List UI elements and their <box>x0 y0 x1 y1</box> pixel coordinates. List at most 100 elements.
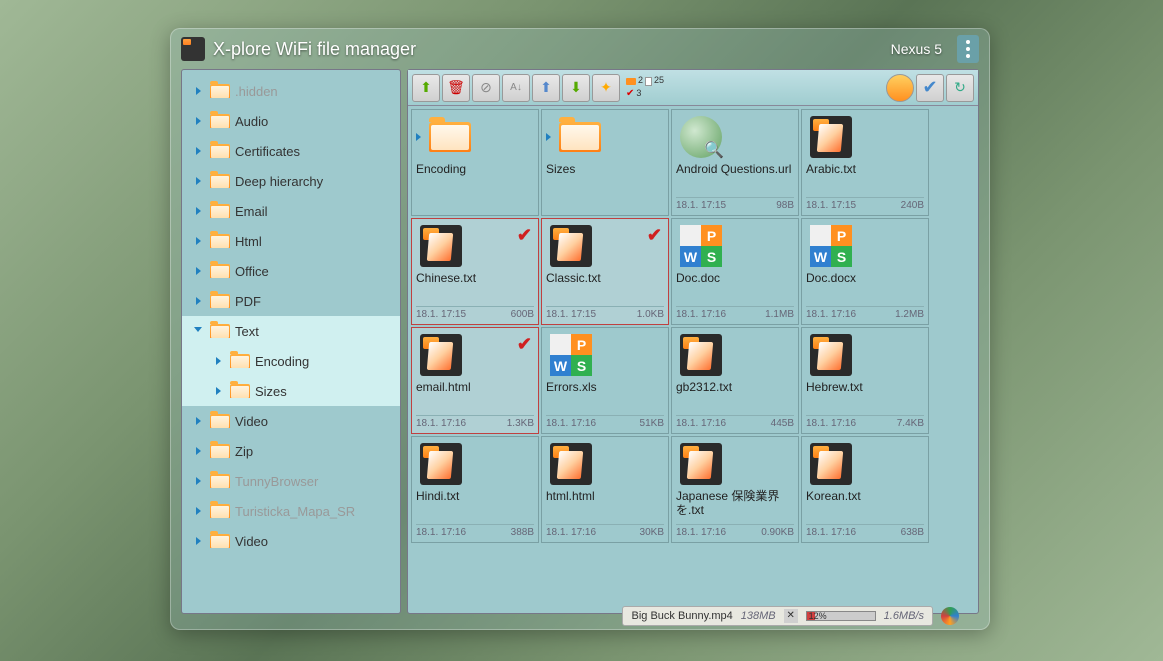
file-meta: 18.1. 17:160.90KB <box>676 524 794 538</box>
file-meta: 18.1. 17:1598B <box>676 197 794 211</box>
tree-label: Encoding <box>255 354 309 369</box>
file-name: Android Questions.url <box>676 162 794 176</box>
file-grid[interactable]: Encoding Sizes Android Questions.url 18.1. … <box>408 106 978 613</box>
tree-item[interactable]: Zip <box>182 436 400 466</box>
file-cell[interactable]: html.html18.1. 17:1630KB <box>541 436 669 543</box>
tree-label: Certificates <box>235 144 300 159</box>
document-icon <box>550 443 592 485</box>
tree-item[interactable]: Deep hierarchy <box>182 166 400 196</box>
file-cell[interactable]: Sizes <box>541 109 669 216</box>
tree-item[interactable]: Turisticka_Mapa_SR <box>182 496 400 526</box>
file-cell[interactable]: PWSErrors.xls18.1. 17:1651KB <box>541 327 669 434</box>
tree-label: .hidden <box>235 84 278 99</box>
transfer-filename: Big Buck Bunny.mp4 <box>631 610 732 622</box>
file-meta: 18.1. 17:1630KB <box>546 524 664 538</box>
document-icon <box>420 225 462 267</box>
document-icon <box>810 116 852 158</box>
tree-item[interactable]: Email <box>182 196 400 226</box>
file-cell[interactable]: ✔email.html18.1. 17:161.3KB <box>411 327 539 434</box>
file-cell[interactable]: Encoding <box>411 109 539 216</box>
file-name: gb2312.txt <box>676 380 794 394</box>
file-cell[interactable]: Arabic.txt 18.1. 17:15240B <box>801 109 929 216</box>
file-name: Encoding <box>416 162 534 176</box>
tree-item[interactable]: Encoding <box>182 346 400 376</box>
tree-item[interactable]: Office <box>182 256 400 286</box>
tree-label: Text <box>235 324 259 339</box>
up-button[interactable]: ⬆ <box>412 74 440 102</box>
tree-label: Office <box>235 264 269 279</box>
office-icon: PWS <box>680 225 722 267</box>
tree-item[interactable]: Certificates <box>182 136 400 166</box>
file-name: email.html <box>416 380 534 394</box>
file-cell[interactable]: Hindi.txt18.1. 17:16388B <box>411 436 539 543</box>
upload-button[interactable]: ⬆ <box>532 74 560 102</box>
menu-button[interactable] <box>957 35 979 63</box>
content-area: .hidden Audio Certificates Deep hierarchy Em… <box>181 69 979 614</box>
new-button[interactable]: ✦ <box>592 74 620 102</box>
sun-icon[interactable] <box>886 74 914 102</box>
file-name: Hindi.txt <box>416 489 534 503</box>
tree-label: Video <box>235 414 268 429</box>
folder-icon <box>559 122 601 152</box>
tree-item[interactable]: Video <box>182 526 400 556</box>
file-name: Doc.docx <box>806 271 924 285</box>
file-meta: 18.1. 17:16445B <box>676 415 794 429</box>
disable-button[interactable]: ⊘ <box>472 74 500 102</box>
tree-item[interactable]: Sizes <box>182 376 400 406</box>
check-icon: ✔ <box>517 225 532 246</box>
download-button[interactable]: ⬇ <box>562 74 590 102</box>
file-meta: 18.1. 17:15600B <box>416 306 534 320</box>
check-button[interactable]: ✔ <box>916 74 944 102</box>
document-icon <box>810 334 852 376</box>
delete-button[interactable]: 🗑 <box>442 74 470 102</box>
refresh-button[interactable]: ↻ <box>946 74 974 102</box>
tree-item[interactable]: .hidden <box>182 76 400 106</box>
item-counts: 2 25 ✔3 <box>626 75 664 100</box>
tree-label: Sizes <box>255 384 287 399</box>
transfer-speed: 1.6MB/s <box>884 610 924 622</box>
file-name: Errors.xls <box>546 380 664 394</box>
file-cell[interactable]: Japanese 保険業界を.txt 18.1. 17:160.90KB <box>671 436 799 543</box>
file-cell[interactable]: PWSDoc.docx18.1. 17:161.2MB <box>801 218 929 325</box>
progress-bar: 12% <box>806 611 876 621</box>
tree-label: Deep hierarchy <box>235 174 323 189</box>
tree-item[interactable]: PDF <box>182 286 400 316</box>
file-cell[interactable]: Korean.txt18.1. 17:16638B <box>801 436 929 543</box>
tree-item[interactable]: Text <box>182 316 400 346</box>
file-name: Korean.txt <box>806 489 924 503</box>
toolbar: ⬆ 🗑 ⊘ A↓ ⬆ ⬇ ✦ 2 25 ✔3 ✔ ↻ <box>408 70 978 106</box>
tree-item[interactable]: Video <box>182 406 400 436</box>
office-icon: PWS <box>810 225 852 267</box>
file-name: Chinese.txt <box>416 271 534 285</box>
document-icon <box>420 334 462 376</box>
file-meta: 18.1. 17:167.4KB <box>806 415 924 429</box>
file-name: Hebrew.txt <box>806 380 924 394</box>
tree-label: TunnyBrowser <box>235 474 318 489</box>
check-icon: ✔ <box>517 334 532 355</box>
document-icon <box>420 443 462 485</box>
tree-item[interactable]: Html <box>182 226 400 256</box>
file-name: Japanese 保険業界を.txt <box>676 489 794 518</box>
file-cell[interactable]: PWSDoc.doc18.1. 17:161.1MB <box>671 218 799 325</box>
tree-item[interactable]: TunnyBrowser <box>182 466 400 496</box>
file-name: Doc.doc <box>676 271 794 285</box>
document-icon <box>810 443 852 485</box>
file-cell[interactable]: Hebrew.txt 18.1. 17:167.4KB <box>801 327 929 434</box>
document-icon <box>550 225 592 267</box>
tree-item[interactable]: Audio <box>182 106 400 136</box>
file-name: Arabic.txt <box>806 162 924 176</box>
file-cell[interactable]: ✔Classic.txt18.1. 17:151.0KB <box>541 218 669 325</box>
file-cell[interactable]: gb2312.txt 18.1. 17:16445B <box>671 327 799 434</box>
file-meta: 18.1. 17:15240B <box>806 197 924 211</box>
folder-tree[interactable]: .hidden Audio Certificates Deep hierarchy Em… <box>181 69 401 614</box>
rename-button[interactable]: A↓ <box>502 74 530 102</box>
cancel-transfer[interactable]: ✕ <box>784 609 798 623</box>
file-cell[interactable]: Android Questions.url 18.1. 17:1598B <box>671 109 799 216</box>
url-icon <box>680 116 722 158</box>
file-cell[interactable]: ✔ Chinese.txt 18.1. 17:15600B <box>411 218 539 325</box>
spinner-icon <box>941 607 959 625</box>
tree-label: Email <box>235 204 268 219</box>
document-icon <box>680 443 722 485</box>
tree-label: Turisticka_Mapa_SR <box>235 504 355 519</box>
main-panel: ⬆ 🗑 ⊘ A↓ ⬆ ⬇ ✦ 2 25 ✔3 ✔ ↻ Encoding Sizes… <box>407 69 979 614</box>
